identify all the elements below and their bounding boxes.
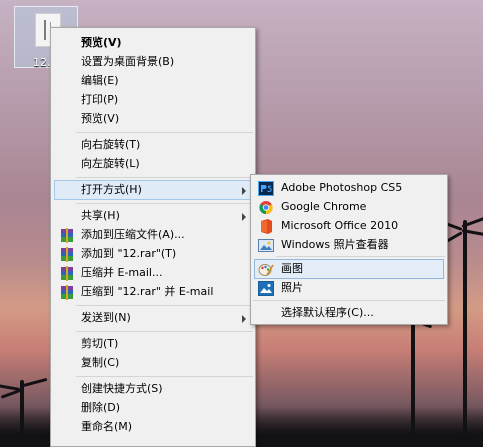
- menu-item-delete[interactable]: 删除(D): [54, 398, 252, 418]
- open-with-submenu: Adobe Photoshop CS5 Google Chrome Micros…: [250, 174, 448, 325]
- menu-item-rotate-left[interactable]: 向左旋转(L): [54, 154, 252, 174]
- chrome-icon: [259, 200, 273, 215]
- menu-separator: [253, 300, 445, 301]
- menu-item-label: 打印(P): [81, 93, 119, 106]
- menu-item-label: 选择默认程序(C)...: [281, 306, 374, 319]
- photoshop-icon: [258, 181, 274, 196]
- menu-item-label: Microsoft Office 2010: [281, 219, 399, 232]
- menu-item-label: Windows 照片查看器: [281, 238, 389, 251]
- menu-item-label: Adobe Photoshop CS5: [281, 181, 403, 194]
- menu-item-create-shortcut[interactable]: 创建快捷方式(S): [54, 379, 252, 399]
- menu-item-preview-default[interactable]: 预览(V): [54, 33, 252, 53]
- menu-item-label: 画图: [281, 262, 303, 275]
- menu-separator: [76, 132, 253, 133]
- winrar-icon: [61, 266, 73, 281]
- menu-separator: [76, 331, 253, 332]
- winrar-icon: [61, 285, 73, 300]
- menu-item-copy[interactable]: 复制(C): [54, 353, 252, 373]
- menu-item-label: 打开方式(H): [81, 183, 142, 196]
- submenu-item-photos[interactable]: 照片: [254, 278, 444, 298]
- menu-item-set-desktop-background[interactable]: 设置为桌面背景(B): [54, 52, 252, 72]
- menu-item-edit[interactable]: 编辑(E): [54, 71, 252, 91]
- menu-item-label: 照片: [281, 281, 303, 294]
- submenu-arrow-icon: [242, 315, 246, 323]
- menu-separator: [276, 256, 445, 257]
- menu-item-compress-rar-email[interactable]: 压缩到 "12.rar" 并 E-mail: [54, 282, 252, 302]
- menu-item-share[interactable]: 共享(H): [54, 206, 252, 226]
- submenu-item-photoshop[interactable]: Adobe Photoshop CS5: [254, 178, 444, 198]
- menu-item-label: 重命名(M): [81, 420, 133, 433]
- menu-separator: [76, 203, 253, 204]
- menu-item-label: 压缩并 E-mail...: [81, 266, 163, 279]
- winrar-icon: [61, 228, 73, 243]
- photos-icon: [258, 281, 274, 296]
- menu-separator: [76, 305, 253, 306]
- menu-item-label: 共享(H): [81, 209, 120, 222]
- palm-frond: [19, 377, 48, 388]
- menu-item-label: 预览(V): [81, 112, 120, 125]
- menu-item-label: Google Chrome: [281, 200, 367, 213]
- submenu-item-choose-default[interactable]: 选择默认程序(C)...: [254, 303, 444, 323]
- submenu-item-office[interactable]: Microsoft Office 2010: [254, 216, 444, 236]
- submenu-item-paint[interactable]: 画图: [254, 259, 444, 279]
- context-menu: 预览(V) 设置为桌面背景(B) 编辑(E) 打印(P) 预览(V) 向右旋转(…: [50, 27, 256, 447]
- office-icon: [261, 219, 272, 234]
- menu-item-add-to-rar[interactable]: 添加到 "12.rar"(T): [54, 244, 252, 264]
- menu-item-label: 创建快捷方式(S): [81, 382, 163, 395]
- menu-item-label: 向右旋转(T): [81, 138, 141, 151]
- menu-item-label: 预览(V): [81, 36, 122, 49]
- winrar-icon: [61, 247, 73, 262]
- menu-item-label: 设置为桌面背景(B): [81, 55, 175, 68]
- menu-item-open-with[interactable]: 打开方式(H): [54, 180, 252, 200]
- menu-item-label: 发送到(N): [81, 311, 131, 324]
- menu-item-label: 添加到压缩文件(A)...: [81, 228, 185, 241]
- menu-item-send-to[interactable]: 发送到(N): [54, 308, 252, 328]
- menu-item-label: 剪切(T): [81, 337, 119, 350]
- menu-item-label: 添加到 "12.rar"(T): [81, 247, 177, 260]
- submenu-arrow-icon: [242, 187, 246, 195]
- menu-item-preview[interactable]: 预览(V): [54, 109, 252, 129]
- menu-item-label: 编辑(E): [81, 74, 119, 87]
- menu-item-label: 复制(C): [81, 356, 120, 369]
- menu-item-label: 压缩到 "12.rar" 并 E-mail: [81, 285, 214, 298]
- submenu-arrow-icon: [242, 213, 246, 221]
- submenu-item-chrome[interactable]: Google Chrome: [254, 197, 444, 217]
- photo-viewer-icon: [258, 239, 274, 252]
- menu-item-label: 向左旋转(L): [81, 157, 140, 170]
- palm-frond: [0, 389, 21, 399]
- menu-separator: [76, 376, 253, 377]
- menu-item-print[interactable]: 打印(P): [54, 90, 252, 110]
- paint-icon: [258, 264, 274, 276]
- menu-item-add-to-archive[interactable]: 添加到压缩文件(A)...: [54, 225, 252, 245]
- menu-item-compress-email[interactable]: 压缩并 E-mail...: [54, 263, 252, 283]
- menu-item-rename[interactable]: 重命名(M): [54, 417, 252, 437]
- menu-item-label: 删除(D): [81, 401, 121, 414]
- menu-item-rotate-right[interactable]: 向右旋转(T): [54, 135, 252, 155]
- submenu-item-photo-viewer[interactable]: Windows 照片查看器: [254, 235, 444, 255]
- menu-separator: [76, 177, 253, 178]
- menu-item-cut[interactable]: 剪切(T): [54, 334, 252, 354]
